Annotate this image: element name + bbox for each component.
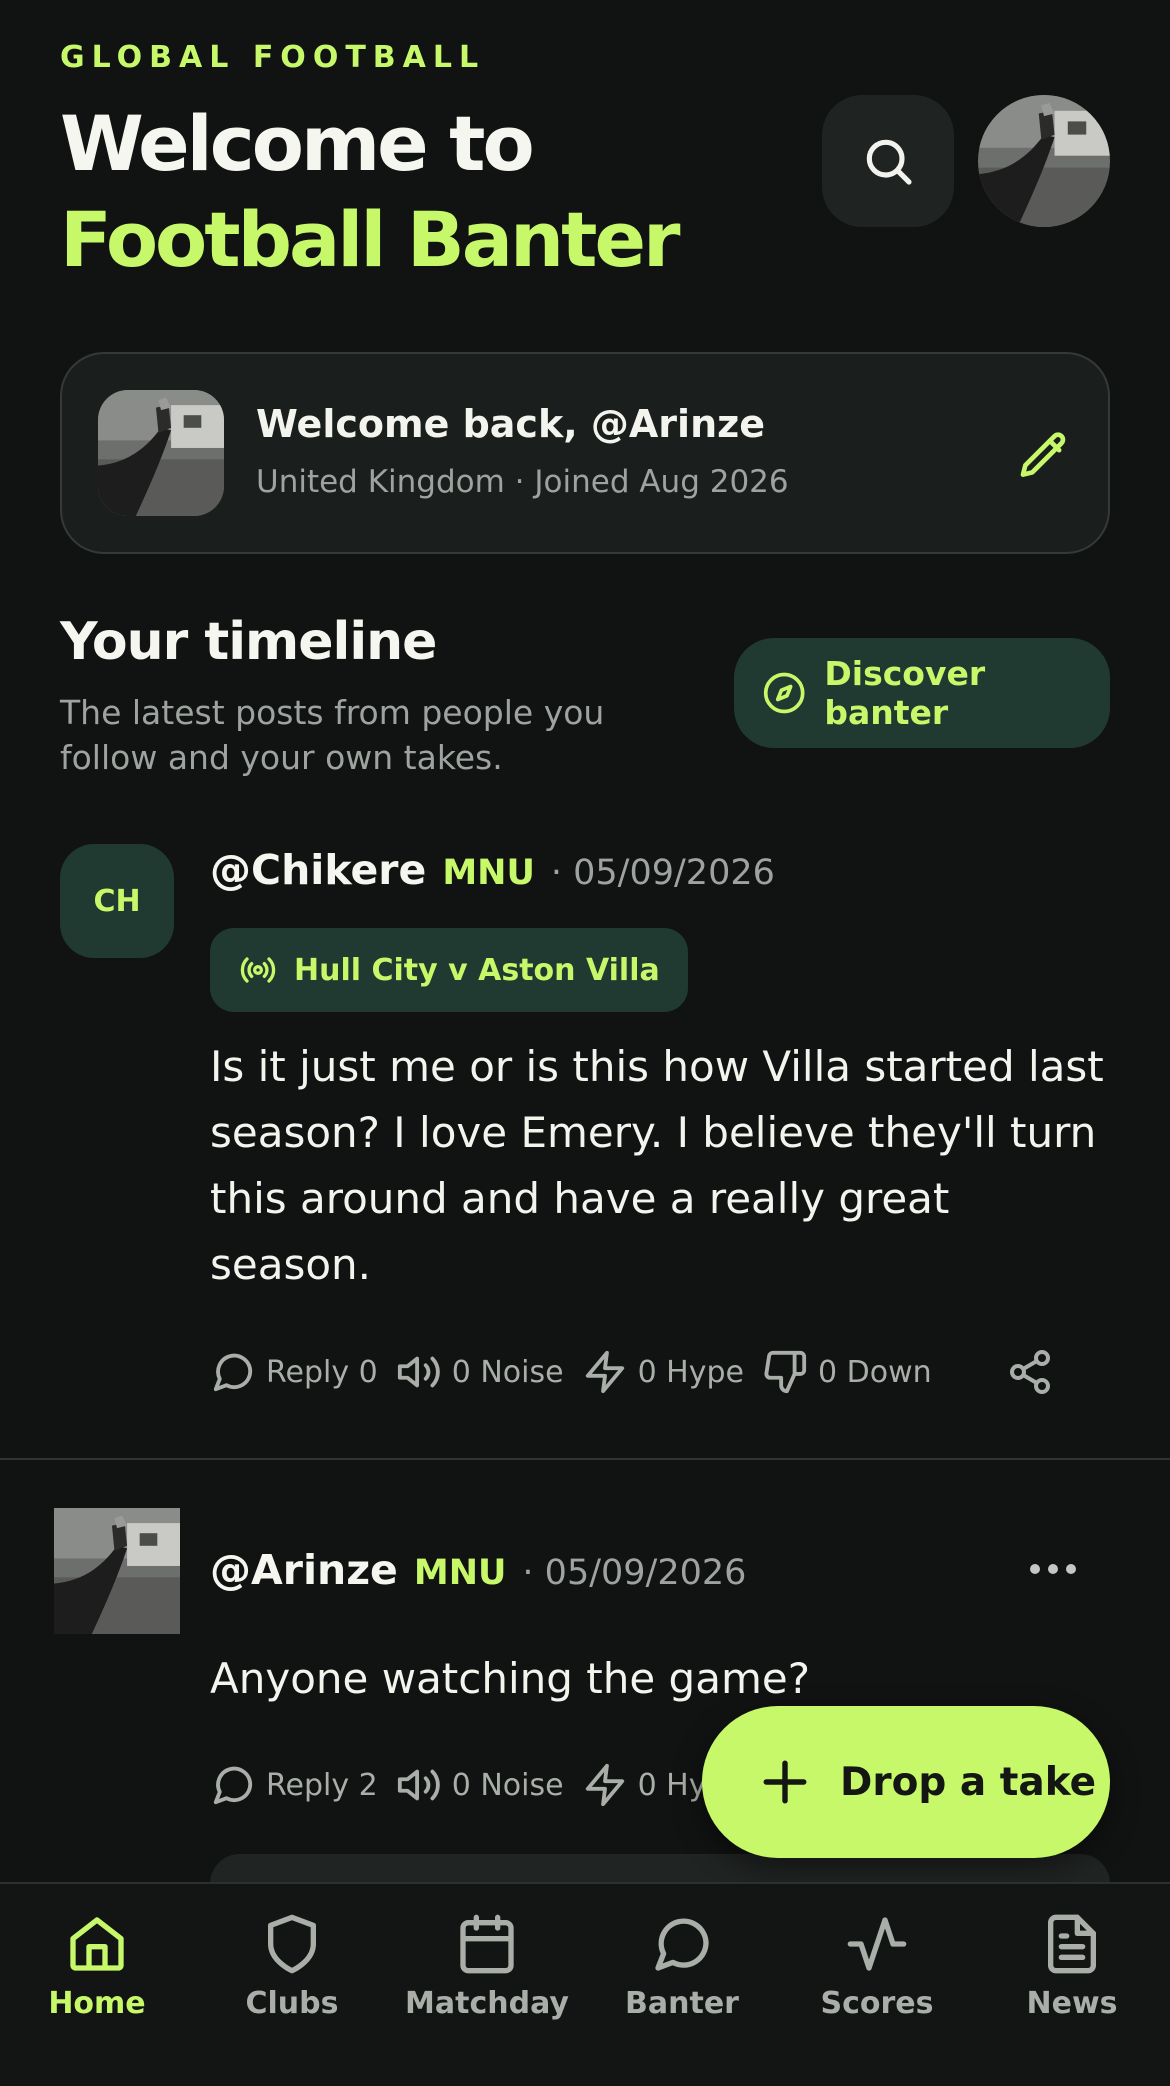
match-tag-label: Hull City v Aston Villa — [294, 952, 660, 988]
lightning-icon — [585, 1350, 624, 1394]
reply-count: Reply 2 — [266, 1767, 378, 1803]
post-avatar[interactable] — [54, 1508, 180, 1634]
post-club: MNU — [413, 1553, 507, 1593]
nav-label-banter: Banter — [625, 1986, 739, 2021]
welcome-greeting: Welcome back, @Arinze — [256, 402, 766, 446]
post-handle[interactable]: @Chikere — [210, 846, 426, 894]
hype-button[interactable]: 0 Hy — [582, 1762, 707, 1808]
nav-label-home: Home — [48, 1986, 146, 2021]
live-broadcast-icon — [240, 957, 276, 983]
share-button[interactable] — [1006, 1348, 1054, 1396]
nav-item-matchday[interactable]: Matchday — [397, 1912, 577, 2021]
share-icon — [1009, 1350, 1050, 1394]
reply-button[interactable]: Reply 2 — [210, 1762, 378, 1808]
welcome-avatar — [98, 390, 224, 516]
timeline-subtitle: The latest posts from people you follow … — [60, 693, 605, 777]
document-icon — [1048, 1914, 1096, 1974]
post-avatar[interactable]: CH — [60, 844, 174, 958]
search-icon — [866, 139, 912, 185]
chat-bubble-icon — [213, 1766, 253, 1805]
thumbs-down-icon — [764, 1350, 807, 1394]
avatar-photo — [978, 95, 1110, 227]
page-title-line1: Welcome to — [60, 99, 535, 188]
nav-item-banter[interactable]: Banter — [592, 1912, 772, 2021]
down-count: 0 Down — [818, 1354, 932, 1390]
reply-button[interactable]: Reply 0 — [210, 1349, 378, 1395]
reply-count: Reply 0 — [266, 1354, 378, 1390]
nav-label-news: News — [1026, 1986, 1118, 2021]
nav-label-matchday: Matchday — [405, 1986, 569, 2021]
nav-item-home[interactable]: Home — [7, 1912, 187, 2021]
nav-label-clubs: Clubs — [245, 1986, 339, 2021]
shield-icon — [268, 1914, 316, 1974]
activity-icon — [847, 1917, 907, 1971]
post-body: Is it just me or is this how Villa start… — [210, 1042, 1104, 1289]
post-handle[interactable]: @Arinze — [210, 1546, 398, 1594]
post-actions: Reply 0 0 Noise 0 Hype 0 Down — [210, 1348, 1054, 1396]
nav-item-scores[interactable]: Scores — [787, 1912, 967, 2021]
hype-count: 0 Hy — [637, 1767, 707, 1803]
speaker-icon — [397, 1769, 440, 1801]
nav-label-scores: Scores — [820, 1986, 934, 2021]
speaker-icon — [397, 1356, 440, 1388]
post-actions: Reply 2 0 Noise 0 Hy — [210, 1762, 725, 1808]
hype-button[interactable]: 0 Hype — [582, 1349, 744, 1395]
noise-count: 0 Noise — [451, 1354, 564, 1390]
post-header: @Chikere MNU · 05/09/2026 — [210, 846, 775, 894]
drop-a-take-button[interactable]: Drop a take — [702, 1706, 1110, 1858]
discover-banter-label: Discover banter — [824, 654, 986, 732]
drop-a-take-label: Drop a take — [840, 1759, 1097, 1805]
plus-icon — [763, 1760, 807, 1804]
pencil-icon — [1020, 432, 1066, 477]
down-button[interactable]: 0 Down — [762, 1349, 932, 1395]
compass-icon — [763, 672, 805, 714]
noise-count: 0 Noise — [451, 1767, 564, 1803]
edit-profile-button[interactable] — [1016, 428, 1072, 484]
nav-item-clubs[interactable]: Clubs — [202, 1912, 382, 2021]
discover-banter-button[interactable]: Discover banter — [734, 638, 1110, 748]
page-title: Welcome to Football Banter — [60, 96, 681, 288]
timeline-title: Your timeline — [60, 612, 437, 672]
match-tag[interactable]: Hull City v Aston Villa — [210, 928, 688, 1012]
hype-count: 0 Hype — [637, 1354, 744, 1390]
welcome-subtitle: United Kingdom · Joined Aug 2026 — [256, 464, 789, 500]
chat-icon — [655, 1918, 709, 1971]
page-title-line2: Football Banter — [60, 195, 681, 284]
post-body: Anyone watching the game? — [210, 1654, 810, 1703]
noise-button[interactable]: 0 Noise — [396, 1349, 564, 1395]
more-options-button[interactable] — [1030, 1564, 1076, 1574]
lightning-icon — [585, 1763, 624, 1807]
post-club: MNU — [442, 853, 535, 893]
app-eyebrow: GLOBAL FOOTBALL — [60, 40, 486, 75]
calendar-icon — [460, 1914, 514, 1974]
post-divider — [0, 1458, 1170, 1460]
profile-avatar[interactable] — [978, 95, 1110, 227]
search-button[interactable] — [822, 95, 954, 227]
noise-button[interactable]: 0 Noise — [396, 1762, 564, 1808]
home-icon — [70, 1917, 124, 1971]
nav-item-news[interactable]: News — [982, 1912, 1162, 2021]
post-date: · 05/09/2026 — [550, 853, 775, 893]
post-header: @Arinze MNU · 05/09/2026 — [210, 1546, 746, 1594]
chat-bubble-icon — [213, 1353, 253, 1392]
post-date: · 05/09/2026 — [522, 1553, 747, 1593]
